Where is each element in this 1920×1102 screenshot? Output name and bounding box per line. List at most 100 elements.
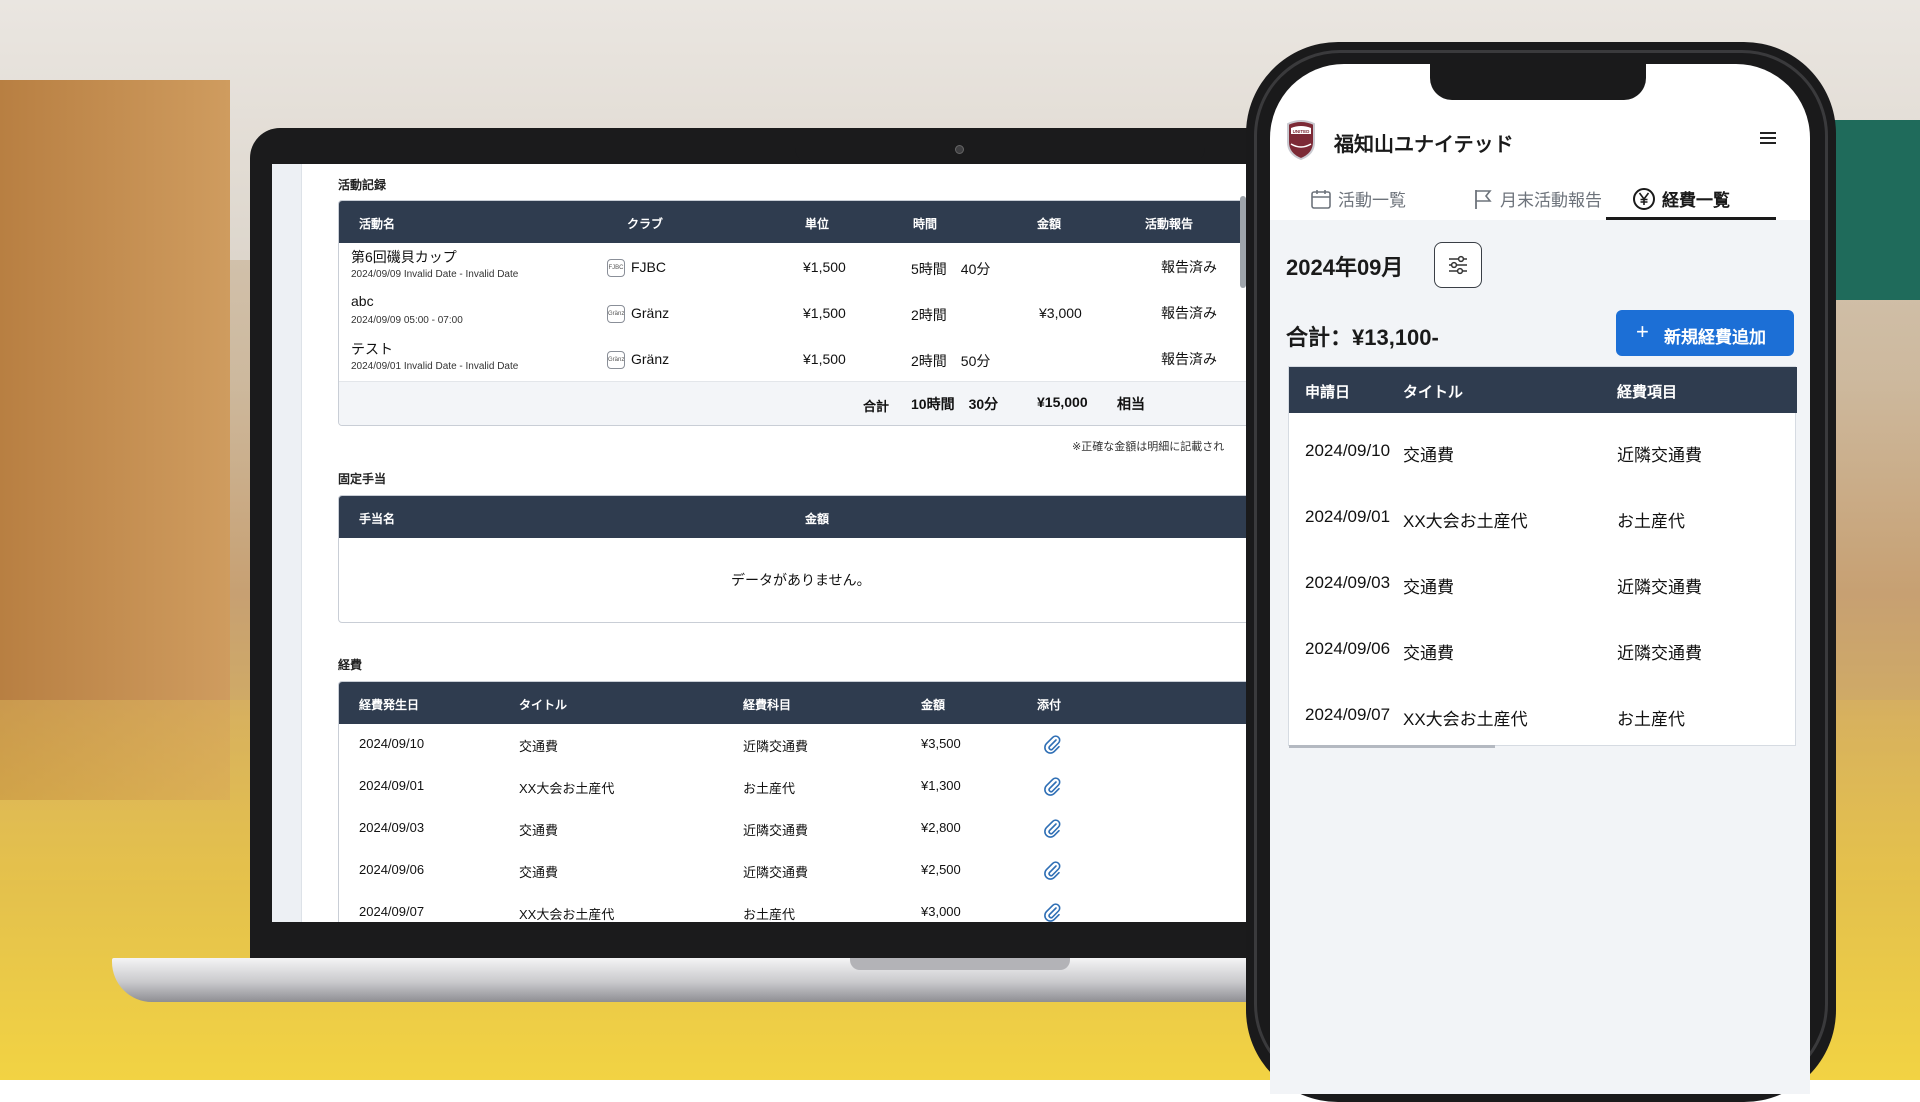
hamburger-menu-icon[interactable] [1760, 132, 1776, 146]
activity-name[interactable]: abc [351, 293, 374, 309]
phone-table-header: 申請日 タイトル 経費項目 [1289, 367, 1797, 413]
apply-date: 2024/09/01 [1305, 507, 1391, 526]
tab-label: 月末活動報告 [1500, 191, 1602, 210]
apply-date: 2024/09/06 [1305, 639, 1391, 658]
expense-title: XX大会お土産代 [519, 781, 615, 796]
unit-price: ¥1,500 [803, 351, 846, 367]
expense-date: 2024/09/07 [359, 904, 425, 919]
expense-item: 近隣交通費 [1617, 446, 1702, 465]
flag-icon [1475, 190, 1492, 209]
phone-expense-row[interactable]: 2024/09/03 交通費 近隣交通費 [1289, 551, 1797, 617]
tab-activity-list[interactable]: 活動一覧 [1310, 186, 1406, 211]
col-apply-date: 申請日 [1305, 384, 1351, 401]
paperclip-icon[interactable] [1043, 902, 1061, 922]
horizontal-scrollbar[interactable] [1289, 745, 1495, 748]
col-allowance-amount: 金額 [805, 512, 830, 526]
expense-item: お土産代 [1617, 710, 1685, 729]
laptop-base-notch [850, 958, 1070, 970]
duration: 2時間 50分 [911, 353, 991, 369]
col-expense-amount: 金額 [921, 698, 946, 712]
col-allowance-name: 手当名 [359, 512, 396, 526]
expense-section-title: 経費 [338, 658, 363, 672]
paperclip-icon[interactable] [1043, 734, 1061, 754]
add-expense-label: 新規経費追加 [1664, 328, 1766, 347]
expense-amount: ¥3,000 [921, 904, 961, 919]
paperclip-icon[interactable] [1043, 818, 1061, 838]
report-status: 報告済み [1161, 305, 1217, 321]
tab-label: 活動一覧 [1338, 191, 1406, 210]
total-time: 10時間 30分 [911, 396, 999, 412]
expense-amount: ¥3,500 [921, 736, 961, 751]
expense-category: 近隣交通費 [743, 865, 809, 880]
phone-expense-row[interactable]: 2024/09/06 交通費 近隣交通費 [1289, 617, 1797, 683]
club-name: Gränz [631, 351, 670, 367]
phone-expense-table: 申請日 タイトル 経費項目 2024/09/10 交通費 近隣交通費 2024/09/… [1288, 366, 1797, 749]
expense-category: お土産代 [743, 907, 796, 922]
phone-expense-row[interactable]: 2024/09/07 XX大会お土産代 お土産代 [1289, 683, 1797, 749]
activity-name[interactable]: 第6回磯貝カップ [351, 247, 457, 267]
allowance-section-title: 固定手当 [338, 472, 387, 486]
expense-title: XX大会お土産代 [1403, 512, 1528, 531]
paperclip-icon[interactable] [1043, 860, 1061, 880]
tab-monthly-report[interactable]: 月末活動報告 [1472, 186, 1602, 211]
total-amount: ¥15,000 [1037, 394, 1088, 410]
activity-date: 2024/09/01 Invalid Date - Invalid Date [351, 361, 519, 372]
unit-price: ¥1,500 [803, 259, 846, 275]
expense-category: 近隣交通費 [743, 739, 809, 754]
duration: 5時間 40分 [911, 261, 991, 277]
col-activity-name: 活動名 [359, 217, 396, 231]
svg-text:UNITED: UNITED [1293, 129, 1311, 134]
unit-price: ¥1,500 [803, 305, 846, 321]
sliders-icon [1449, 255, 1467, 275]
expense-title: 交通費 [519, 739, 559, 754]
expense-date: 2024/09/01 [359, 778, 425, 793]
tab-expense-list[interactable]: 経費一覧 [1632, 186, 1730, 211]
laptop-camera [955, 145, 964, 154]
expense-title: 交通費 [519, 865, 559, 880]
add-expense-button[interactable]: + 新規経費追加 [1616, 310, 1794, 356]
laptop-notch [795, 134, 1205, 164]
expense-item: 近隣交通費 [1617, 644, 1702, 663]
allowance-table: 手当名 金額 データがありません。 [338, 495, 1300, 623]
apply-date: 2024/09/07 [1305, 705, 1391, 724]
expense-table-header: 経費発生日 タイトル 経費科目 金額 添付 [339, 682, 1300, 724]
expense-date: 2024/09/03 [359, 820, 425, 835]
expense-amount: ¥1,300 [921, 778, 961, 793]
phone-notch [1430, 64, 1646, 100]
phone-expense-row[interactable]: 2024/09/10 交通費 近隣交通費 [1289, 419, 1797, 485]
paperclip-icon[interactable] [1043, 776, 1061, 796]
col-title: タイトル [1403, 384, 1464, 401]
calendar-icon [1311, 190, 1331, 209]
col-expense-date: 経費発生日 [359, 698, 420, 712]
expense-category: お土産代 [743, 781, 796, 796]
amount-note: ※正確な金額は明細に記載され [1072, 441, 1225, 453]
expense-amount: ¥2,500 [921, 862, 961, 877]
amount: ¥3,000 [1039, 305, 1082, 321]
team-name: 福知山ユナイテッド [1334, 134, 1514, 156]
empty-message: データがありません。 [731, 572, 871, 588]
sidebar [272, 164, 302, 922]
col-report: 活動報告 [1145, 217, 1194, 231]
yen-icon [1633, 188, 1655, 210]
activity-total-row: 合計 10時間 30分 ¥15,000 相当 [339, 381, 1300, 425]
activity-name[interactable]: テスト [351, 339, 393, 359]
expense-title: 交通費 [1403, 578, 1454, 597]
expense-date: 2024/09/10 [359, 736, 425, 751]
apply-date: 2024/09/10 [1305, 441, 1391, 460]
expense-total: 合計：¥13,100- [1286, 325, 1439, 350]
activity-date: 2024/09/09 Invalid Date - Invalid Date [351, 269, 519, 280]
col-time: 時間 [913, 217, 938, 231]
expense-title: 交通費 [1403, 446, 1454, 465]
expense-title: XX大会お土産代 [1403, 710, 1528, 729]
filter-button[interactable] [1434, 242, 1482, 288]
col-amount: 金額 [1037, 217, 1062, 231]
expense-category: 近隣交通費 [743, 823, 809, 838]
report-status: 報告済み [1161, 259, 1217, 275]
activity-table: 活動名 クラブ 単位 時間 金額 活動報告 第6回磯貝カップ 2024/09/0… [338, 200, 1300, 426]
phone-expense-row[interactable]: 2024/09/01 XX大会お土産代 お土産代 [1289, 485, 1797, 551]
expense-item: お土産代 [1617, 512, 1685, 531]
total-suffix: 相当 [1117, 396, 1145, 412]
laptop-base [112, 958, 1322, 1002]
club-logo-icon: Gränz [607, 351, 625, 369]
month-label: 2024年09月 [1286, 255, 1404, 280]
